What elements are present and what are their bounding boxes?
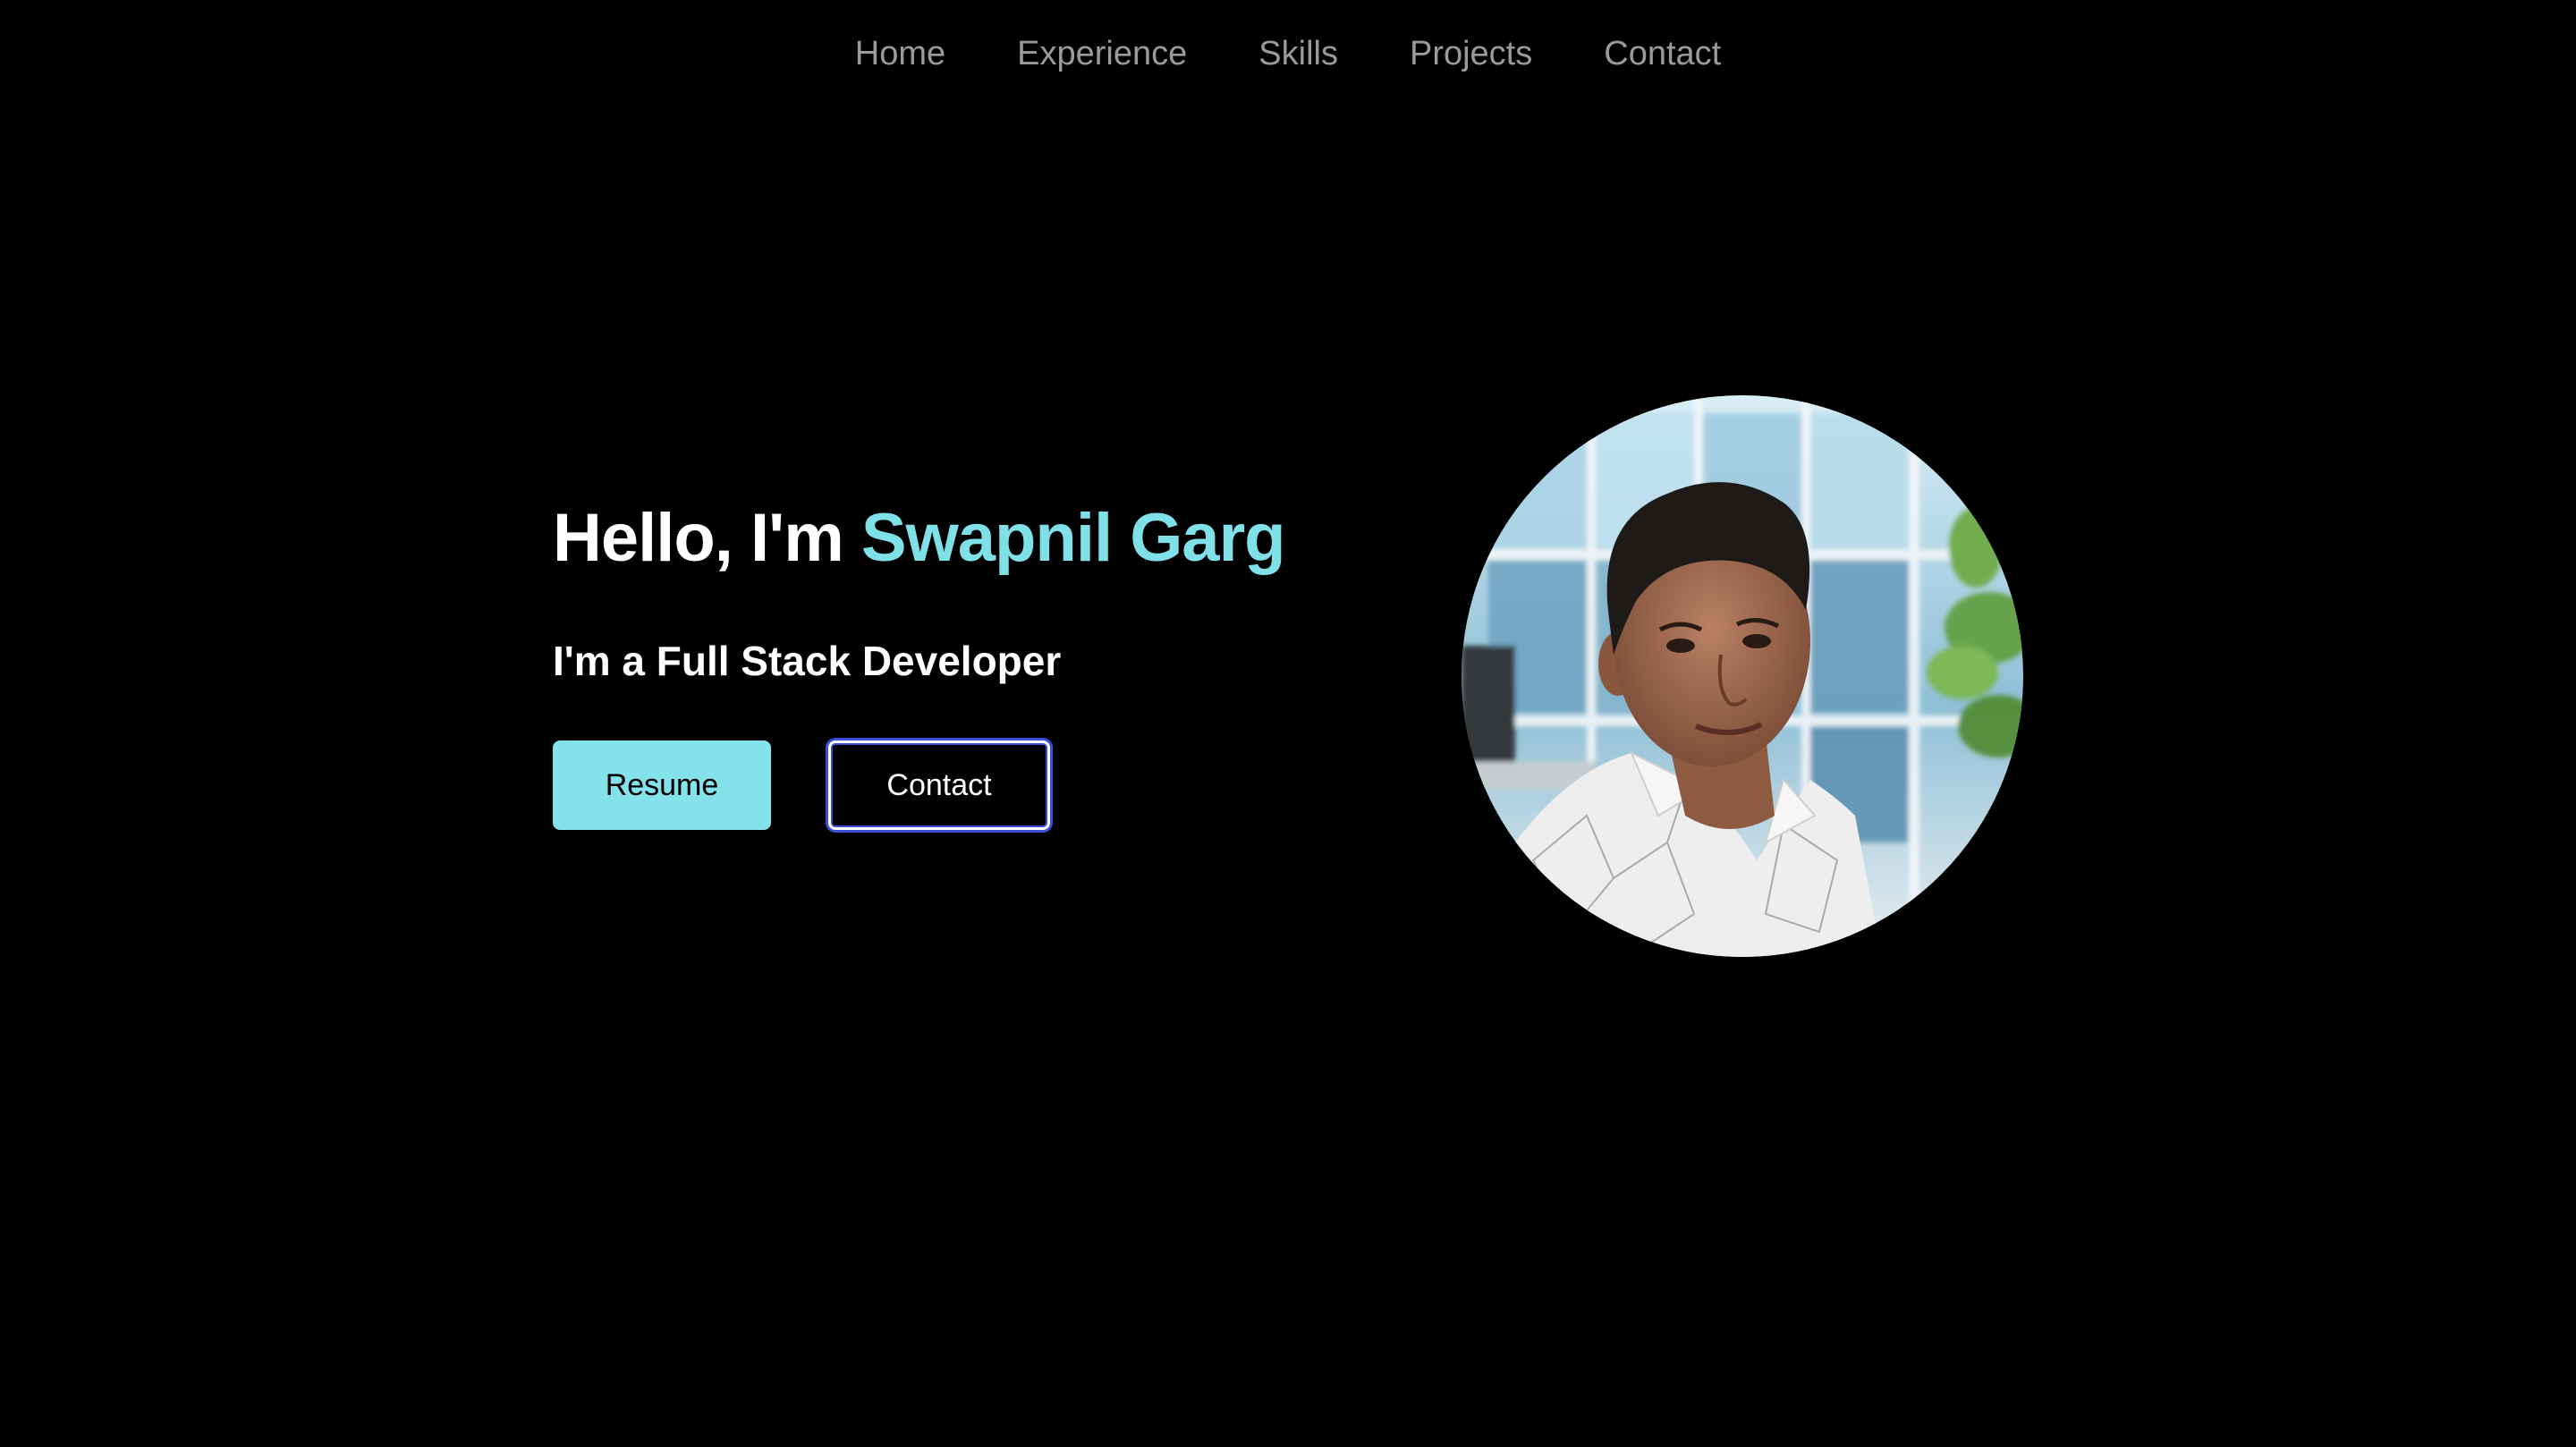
hero-section: Hello, I'm Swapnil Garg I'm a Full Stack… <box>553 501 1358 831</box>
contact-button[interactable]: Contact <box>828 740 1050 831</box>
nav-item-home[interactable]: Home <box>855 35 945 72</box>
resume-button[interactable]: Resume <box>553 740 771 831</box>
top-nav: Home Experience Skills Projects Contact <box>0 0 2576 107</box>
hero-name: Swapnil Garg <box>860 500 1286 576</box>
nav-item-projects[interactable]: Projects <box>1410 35 1532 72</box>
profile-photo-icon <box>1462 395 2023 957</box>
nav-item-experience[interactable]: Experience <box>1017 35 1187 72</box>
nav-list: Home Experience Skills Projects Contact <box>855 37 1721 71</box>
nav-item-skills[interactable]: Skills <box>1258 35 1338 72</box>
nav-item-contact[interactable]: Contact <box>1604 35 1721 72</box>
hero-buttons: Resume Contact <box>553 740 1358 831</box>
hero-subtitle: I'm a Full Stack Developer <box>553 637 1062 684</box>
hero-title: Hello, I'm Swapnil Garg <box>553 501 1358 576</box>
portfolio-page: Home Experience Skills Projects Contact … <box>0 0 2576 1447</box>
avatar <box>1462 395 2023 957</box>
hero-greeting: Hello, I'm <box>553 500 861 576</box>
